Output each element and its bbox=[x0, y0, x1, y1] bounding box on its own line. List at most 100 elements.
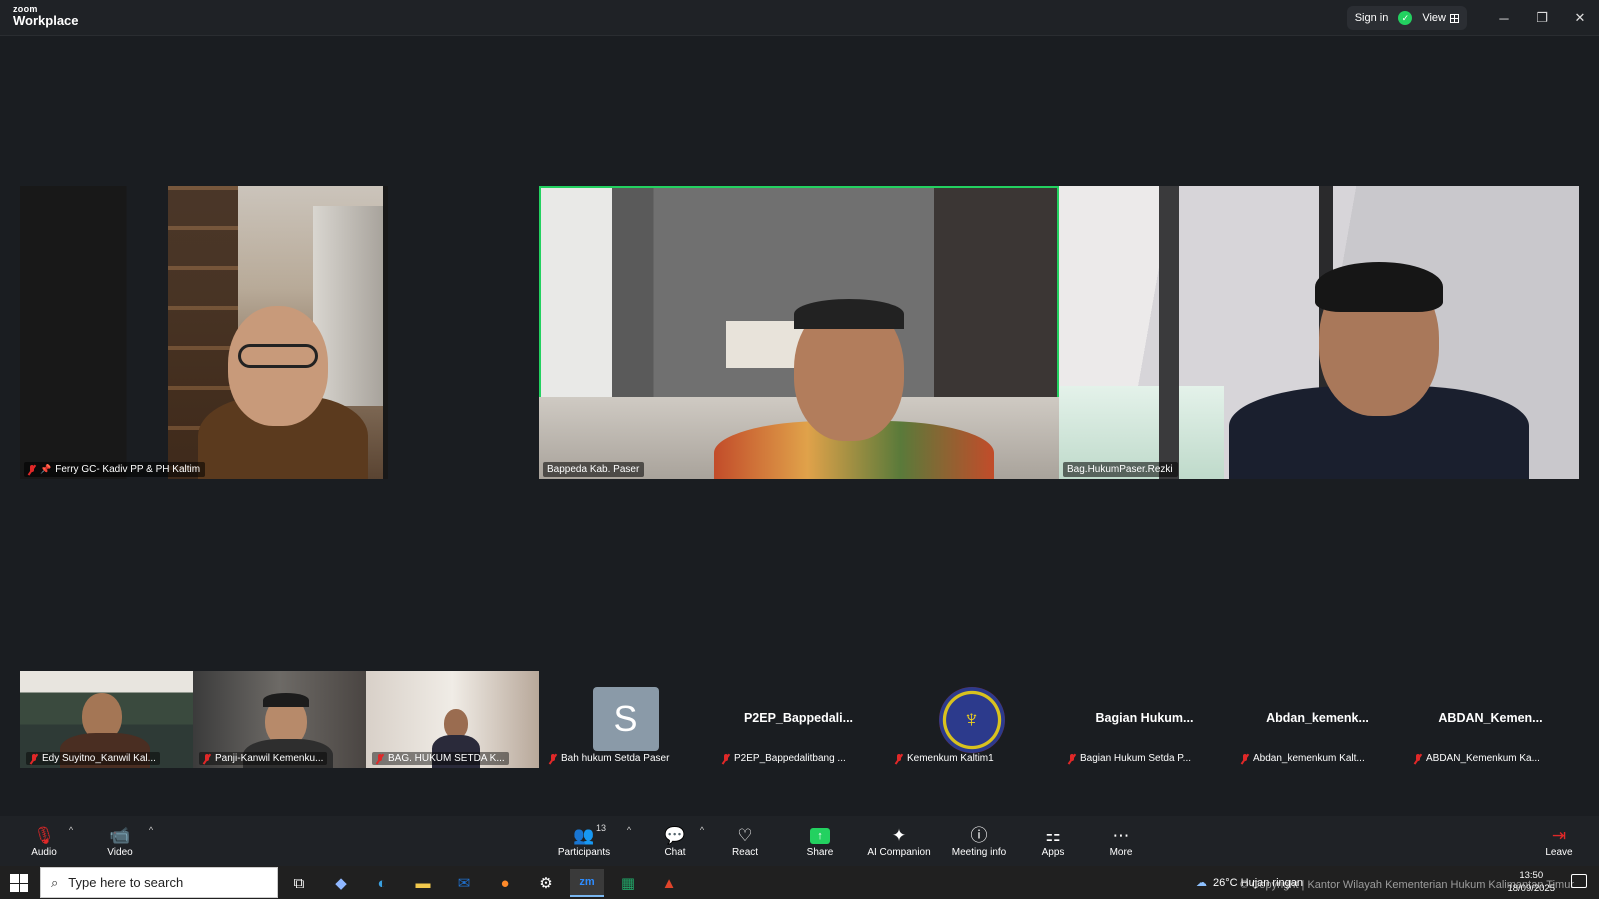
share-screen-icon: ↑ bbox=[810, 827, 830, 844]
task-view-icon[interactable]: ⧉ bbox=[282, 869, 316, 897]
apps-icon: ⚏ bbox=[1045, 825, 1061, 845]
video-tile-hukum[interactable]: Bag.HukumPaser.Rezki bbox=[1059, 186, 1579, 479]
thumbnail-name: P2EP_Bappedalitbang ... bbox=[734, 753, 846, 764]
excel-icon[interactable]: ▦ bbox=[611, 869, 645, 897]
participant-name: Bag.HukumPaser.Rezki bbox=[1067, 464, 1173, 475]
taskbar-search-input[interactable]: ⌕ Type here to search bbox=[40, 867, 278, 898]
thumbnail-name-label: Edy Suyitno_Kanwil Kal... bbox=[26, 752, 160, 765]
video-off-icon: 📹 bbox=[109, 825, 131, 845]
thumbnail-name-label: P2EP_Bappedalitbang ... bbox=[718, 752, 850, 765]
close-icon[interactable]: ✕ bbox=[1561, 0, 1599, 36]
participant-name-label: 📌 Ferry GC- Kadiv PP & PH Kaltim bbox=[24, 462, 206, 477]
thumbnail-tile[interactable]: P2EP_Bappedali... P2EP_Bappedalitbang ..… bbox=[712, 671, 885, 768]
view-label: View bbox=[1422, 12, 1446, 24]
thumbnail-tile[interactable]: BAG. HUKUM SETDA K... bbox=[366, 671, 539, 768]
thumbnail-tile[interactable]: Abdan_kemenk... Abdan_kemenkum Kalt... bbox=[1231, 671, 1404, 768]
thumbnail-name: Kemenkum Kaltim1 bbox=[907, 753, 994, 764]
mic-muted-icon bbox=[376, 753, 384, 764]
participant-name-label: Bag.HukumPaser.Rezki bbox=[1063, 462, 1178, 477]
audio-options-button[interactable]: ^ bbox=[64, 816, 78, 866]
share-label: Share bbox=[806, 846, 834, 858]
react-button[interactable]: ♡ React bbox=[728, 816, 762, 866]
firefox-icon[interactable]: ● bbox=[488, 869, 522, 897]
thumbnail-name-label: BAG. HUKUM SETDA K... bbox=[372, 752, 509, 765]
video-tile-bappeda[interactable]: Bappeda Kab. Paser bbox=[539, 186, 1059, 479]
chevron-up-icon: ^ bbox=[626, 825, 632, 835]
audio-label: Audio bbox=[31, 846, 57, 858]
copilot-icon[interactable]: ◆ bbox=[324, 869, 358, 897]
video-button[interactable]: 📹 Video bbox=[100, 816, 140, 866]
search-placeholder: Type here to search bbox=[68, 875, 184, 890]
view-button[interactable]: View bbox=[1422, 12, 1459, 24]
copyright-watermark: © Copyright | Kantor Wilayah Kementerian… bbox=[1240, 879, 1574, 891]
outlook-icon[interactable]: ✉ bbox=[447, 869, 481, 897]
security-shield-icon[interactable]: ✓ bbox=[1398, 11, 1413, 25]
mic-muted-icon bbox=[1414, 753, 1422, 764]
mic-muted-icon bbox=[30, 753, 38, 764]
cloud-rain-icon: ☁ bbox=[1196, 877, 1207, 889]
thumbnail-tile[interactable]: ABDAN_Kemen... ABDAN_Kemenkum Ka... bbox=[1404, 671, 1577, 768]
participant-name-label: Bappeda Kab. Paser bbox=[543, 462, 645, 477]
leave-button[interactable]: ⇥ Leave bbox=[1542, 816, 1576, 866]
chat-button[interactable]: 💬 Chat bbox=[660, 816, 690, 866]
ai-companion-button[interactable]: ✦ AI Companion bbox=[864, 816, 934, 866]
info-icon: ⓘ bbox=[970, 825, 988, 845]
thumbnail-name: Edy Suyitno_Kanwil Kal... bbox=[42, 753, 156, 764]
thumbnail-tile[interactable]: Panji-Kanwil Kemenku... bbox=[193, 671, 366, 768]
thumbnail-tile[interactable]: ♆ Kemenkum Kaltim1 bbox=[885, 671, 1058, 768]
account-area: Sign in ✓ View bbox=[1346, 6, 1467, 30]
participants-options-button[interactable]: ^ bbox=[622, 816, 636, 866]
chat-options-button[interactable]: ^ bbox=[695, 816, 709, 866]
file-explorer-icon[interactable]: ▬ bbox=[406, 869, 440, 897]
edge-browser-icon[interactable]: ◐ bbox=[365, 869, 399, 897]
mic-muted-icon bbox=[722, 753, 730, 764]
participant-name: Ferry GC- Kadiv PP & PH Kaltim bbox=[55, 464, 201, 475]
minimize-icon[interactable]: ─ bbox=[1485, 0, 1523, 36]
participant-display-name: Bagian Hukum... bbox=[1095, 711, 1194, 725]
settings-gear-icon[interactable]: ⚙ bbox=[529, 869, 563, 897]
mic-muted-icon bbox=[203, 753, 211, 764]
thumbnail-tile[interactable]: S Bah hukum Setda Paser bbox=[539, 671, 712, 768]
thumbnail-tile[interactable]: Bagian Hukum... Bagian Hukum Setda P... bbox=[1058, 671, 1231, 768]
more-dots-icon: ⋯ bbox=[1112, 825, 1130, 845]
thumbnail-name-label: Bagian Hukum Setda P... bbox=[1064, 752, 1195, 765]
thumbnail-name: Bah hukum Setda Paser bbox=[561, 753, 670, 764]
apps-button[interactable]: ⚏ Apps bbox=[1038, 816, 1068, 866]
sign-in-button[interactable]: Sign in bbox=[1355, 12, 1389, 24]
participants-icon: 👥 bbox=[573, 825, 595, 845]
share-button[interactable]: ↑ Share bbox=[803, 816, 837, 866]
thumbnail-name-label: ABDAN_Kemenkum Ka... bbox=[1410, 752, 1544, 765]
participant-display-name: ABDAN_Kemen... bbox=[1438, 711, 1543, 725]
zoom-app-icon[interactable]: zm bbox=[570, 869, 604, 897]
chevron-up-icon: ^ bbox=[148, 825, 154, 835]
microphone-muted-icon: 🎙 bbox=[33, 825, 55, 845]
ai-companion-label: AI Companion bbox=[867, 846, 931, 858]
meeting-info-button[interactable]: ⓘ Meeting info bbox=[948, 816, 1010, 866]
participant-display-name: Abdan_kemenk... bbox=[1266, 711, 1369, 725]
video-feed bbox=[168, 186, 383, 479]
restore-icon[interactable]: ❐ bbox=[1523, 0, 1561, 36]
video-tile-ferry[interactable]: 📌 Ferry GC- Kadiv PP & PH Kaltim bbox=[20, 186, 388, 479]
thumbnail-name-label: Abdan_kemenkum Kalt... bbox=[1237, 752, 1369, 765]
acrobat-icon[interactable]: ▲ bbox=[652, 869, 686, 897]
pin-icon: 📌 bbox=[40, 464, 52, 474]
thumbnail-name-label: Panji-Kanwil Kemenku... bbox=[199, 752, 328, 765]
more-button[interactable]: ⋯ More bbox=[1106, 816, 1136, 866]
audio-button[interactable]: 🎙 Audio bbox=[24, 816, 64, 866]
sparkle-icon: ✦ bbox=[891, 825, 907, 845]
react-label: React bbox=[731, 846, 759, 858]
more-label: More bbox=[1109, 846, 1133, 858]
video-options-button[interactable]: ^ bbox=[144, 816, 158, 866]
leave-label: Leave bbox=[1545, 846, 1573, 858]
thumbnail-tile[interactable]: Edy Suyitno_Kanwil Kal... bbox=[20, 671, 193, 768]
mic-muted-icon bbox=[1241, 753, 1249, 764]
windows-start-icon[interactable] bbox=[10, 874, 28, 892]
mic-muted-icon bbox=[28, 464, 36, 475]
thumbnail-name: Bagian Hukum Setda P... bbox=[1080, 753, 1191, 764]
chevron-up-icon: ^ bbox=[699, 825, 705, 835]
participant-name: Bappeda Kab. Paser bbox=[547, 464, 640, 475]
kemenkum-logo-icon: ♆ bbox=[938, 687, 1005, 753]
video-label: Video bbox=[107, 846, 133, 858]
participants-label: Participants bbox=[557, 846, 611, 858]
thumbnail-name-label: Bah hukum Setda Paser bbox=[545, 752, 673, 765]
